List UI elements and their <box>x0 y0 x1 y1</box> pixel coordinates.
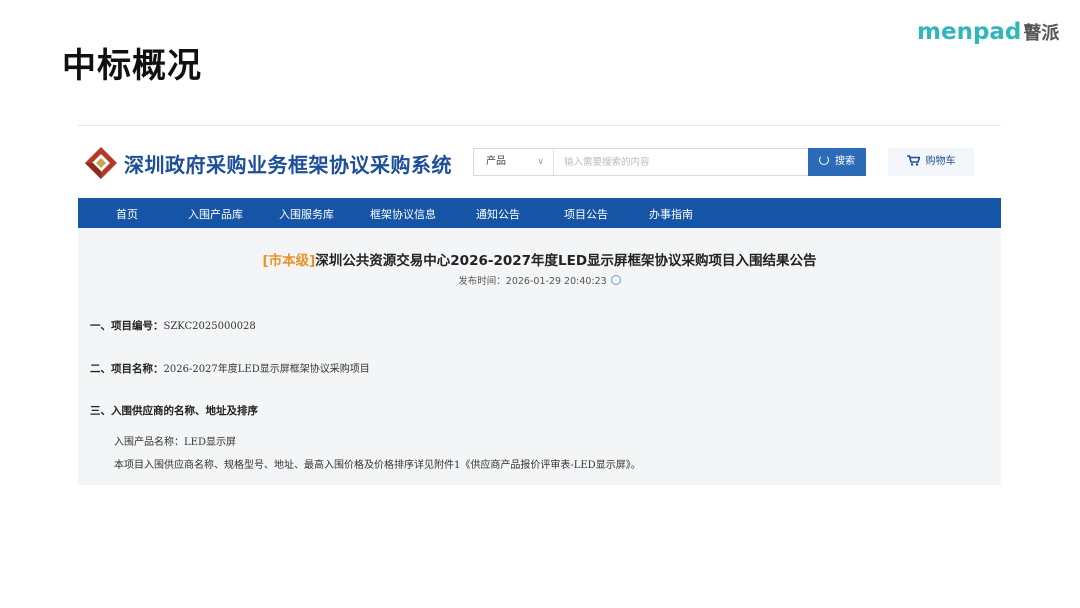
section-suppliers-title: 三、入围供应商的名称、地址及排序 <box>90 405 258 417</box>
nav-item-guide[interactable]: 办事指南 <box>649 206 693 222</box>
detail-line: 本项目入围供应商名称、规格型号、地址、最高入围价格及价格排序详见附件1《供应商产… <box>114 460 641 471</box>
search-input[interactable] <box>554 149 810 175</box>
cart-label: 购物车 <box>925 156 956 167</box>
search-button-label: 搜索 <box>835 156 855 167</box>
nav-item-services[interactable]: 入围服务库 <box>279 206 334 222</box>
site-header: 深圳政府采购业务框架协议采购系统 产品 ∨ 搜索 购物车 <box>78 126 1001 198</box>
nav-item-home[interactable]: 首页 <box>116 206 138 222</box>
section-suppliers-heading: 三、入围供应商的名称、地址及排序 <box>90 403 258 418</box>
notice-title-text: 深圳公共资源交易中心2026-2027年度LED显示屏框架协议采购项目入围结果公… <box>315 253 817 269</box>
brand-cjk: 瞽派 <box>1023 23 1060 44</box>
published-label: 发布时间： <box>458 276 506 287</box>
brand-latin: menpad <box>917 19 1022 45</box>
chevron-down-icon: ∨ <box>537 157 544 167</box>
search-category-select[interactable]: 产品 ∨ <box>474 149 554 175</box>
nav-item-products[interactable]: 入围产品库 <box>188 206 243 222</box>
project-name-row: 二、项目名称：2026-2027年度LED显示屏框架协议采购项目 <box>90 360 370 376</box>
published-time: 2026-01-29 20:40:23 <box>505 276 607 287</box>
slide-title: 中标概况 <box>62 46 202 86</box>
website-screenshot: 深圳政府采购业务框架协议采购系统 产品 ∨ 搜索 购物车 首页 入围产品库 入围… <box>78 125 1001 485</box>
emblem-icon <box>85 147 117 179</box>
search-button[interactable]: 搜索 <box>808 148 866 176</box>
notice-tag: [市本级] <box>262 253 316 269</box>
project-name-value: 2026-2027年度LED显示屏框架协议采购项目 <box>163 364 370 375</box>
project-number-label: 一、项目编号： <box>90 320 164 332</box>
view-icon[interactable] <box>610 275 621 285</box>
project-number-row: 一、项目编号：SZKC2025000028 <box>90 318 256 333</box>
notice-title: [市本级]深圳公共资源交易中心2026-2027年度LED显示屏框架协议采购项目… <box>78 249 1001 269</box>
nav-item-agreements[interactable]: 框架协议信息 <box>370 206 436 222</box>
project-name-label: 二、项目名称： <box>90 363 164 375</box>
cart-icon <box>906 155 921 166</box>
cart-button[interactable]: 购物车 <box>888 148 974 176</box>
nav-item-project-announcements[interactable]: 项目公告 <box>564 206 608 222</box>
brand-logo: menpad 瞽派 <box>917 18 1059 46</box>
site-name[interactable]: 深圳政府采购业务框架协议采购系统 <box>124 149 452 178</box>
search-category-label: 产品 <box>486 156 506 167</box>
project-number-value: SZKC2025000028 <box>163 321 256 332</box>
product-name-line: 入围产品名称：LED显示屏 <box>114 437 236 448</box>
notice-meta: 发布时间：2026-01-29 20:40:23 <box>78 273 1001 287</box>
nav-item-notices[interactable]: 通知公告 <box>476 206 520 222</box>
main-nav: 首页 入围产品库 入围服务库 框架协议信息 通知公告 项目公告 办事指南 <box>78 198 1001 228</box>
search-icon <box>819 155 829 165</box>
